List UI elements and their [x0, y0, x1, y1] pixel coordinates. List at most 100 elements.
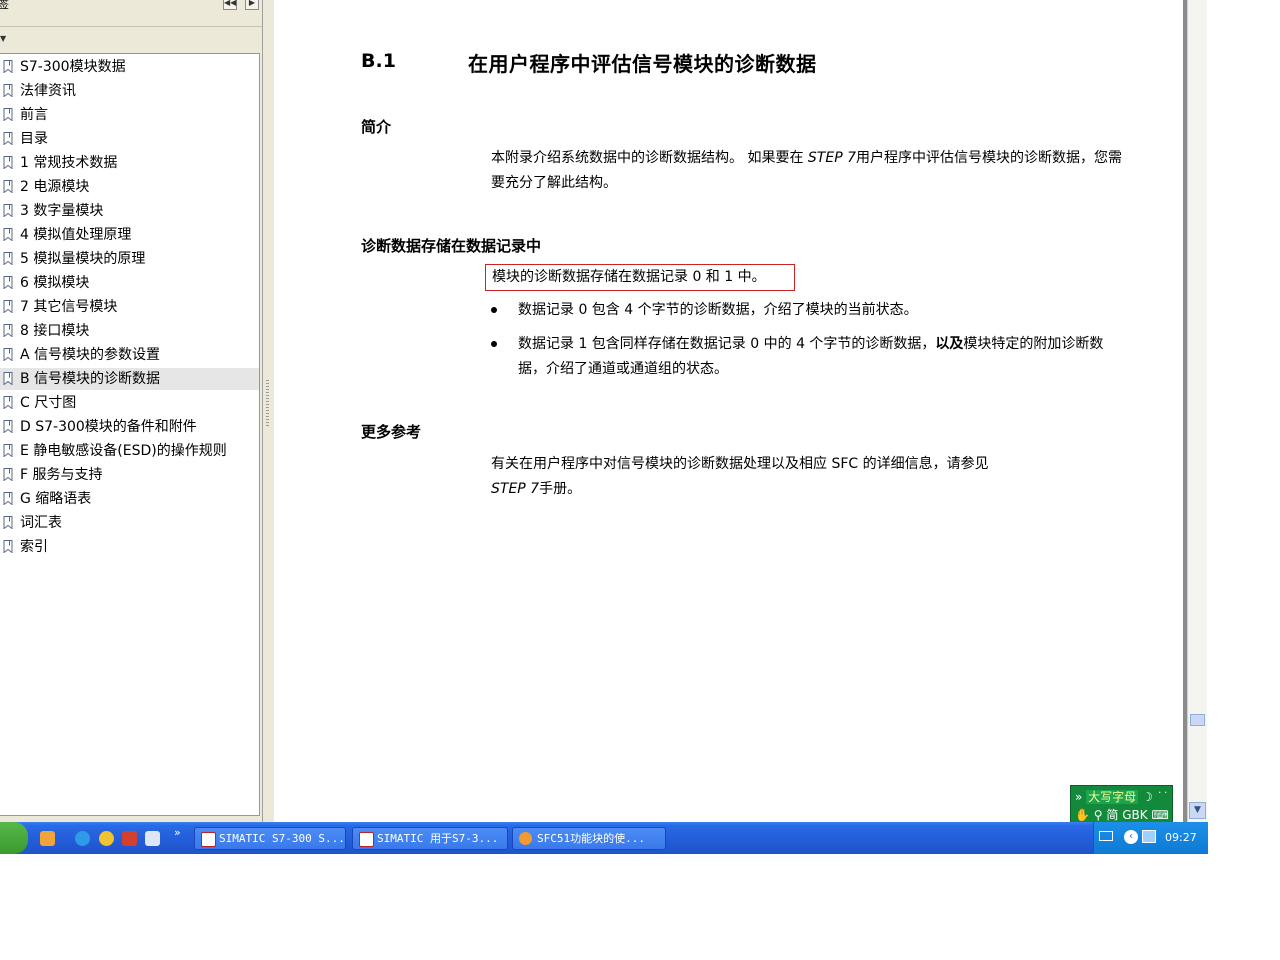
bookmark-label: 4 模拟值处理原理 — [20, 227, 132, 243]
bullet-item-1: 数据记录 0 包含 4 个字节的诊断数据，介绍了模块的当前状态。 — [518, 298, 1120, 323]
ime-hand-icon[interactable]: ✋ — [1075, 808, 1090, 822]
bookmark-item[interactable]: B 信号模块的诊断数据 — [0, 368, 259, 390]
pdf-icon — [359, 832, 374, 847]
bookmark-icon — [3, 540, 13, 553]
bookmark-item[interactable]: 7 其它信号模块 — [0, 296, 259, 318]
quicklaunch-desktop-icon[interactable] — [145, 831, 160, 846]
taskbar-button-browser[interactable]: SFC51功能块的使... — [512, 827, 666, 850]
bookmark-item[interactable]: 法律资讯 — [0, 80, 259, 102]
windows-taskbar: » SIMATIC S7-300 S... SIMATIC 用于S7-3... … — [0, 822, 1208, 854]
bullet-text: 数据记录 1 包含同样存储在数据记录 0 中的 4 个字节的诊断数据， — [518, 336, 936, 352]
bookmark-item[interactable]: G 缩略语表 — [0, 488, 259, 510]
highlighted-sentence: 模块的诊断数据存储在数据记录 0 和 1 中。 — [492, 269, 766, 285]
section-number: B.1 — [361, 50, 396, 72]
expand-right-icon[interactable]: ▶ — [245, 0, 259, 10]
taskbar-button-doc2[interactable]: SIMATIC 用于S7-3... — [352, 827, 508, 850]
scroll-down-icon[interactable]: ▼ — [1189, 802, 1206, 819]
pdf-icon — [201, 832, 216, 847]
bookmark-icon — [3, 372, 13, 385]
network-icon[interactable] — [1142, 830, 1156, 843]
bookmark-icon — [3, 348, 13, 361]
quicklaunch-app-icon[interactable] — [40, 831, 55, 846]
bookmark-label: 词汇表 — [20, 515, 62, 531]
bookmark-item[interactable]: C 尺寸图 — [0, 392, 259, 414]
bookmark-icon — [3, 444, 13, 457]
ime-keyboard-icon[interactable]: ⌨ — [1151, 808, 1168, 822]
bookmark-icon — [3, 180, 13, 193]
clock[interactable]: 09:27 — [1165, 831, 1197, 844]
bookmark-label: A 信号模块的参数设置 — [20, 347, 161, 363]
ime-encoding-indicator[interactable]: GBK — [1122, 808, 1147, 822]
ime-expand-icon[interactable]: » — [1075, 790, 1082, 804]
system-tray: ‹ 09:27 — [1093, 822, 1208, 854]
ime-caps-indicator[interactable]: 大写字母 — [1086, 790, 1139, 804]
bookmark-label: 目录 — [20, 131, 48, 147]
bookmark-item[interactable]: 5 模拟量模块的原理 — [0, 248, 259, 270]
bookmark-item[interactable]: 前言 — [0, 104, 259, 126]
scrollbar-thumb[interactable] — [1190, 714, 1205, 726]
bookmark-item[interactable]: F 服务与支持 — [0, 464, 259, 486]
ime-halfwidth-icon[interactable]: ☽ — [1142, 790, 1153, 804]
intro-text: 本附录介绍系统数据中的诊断数据结构。 如果要在 — [491, 150, 808, 166]
bookmark-label: 7 其它信号模块 — [20, 299, 118, 315]
bookmark-label: 6 模拟模块 — [20, 275, 90, 291]
splitter-grip[interactable] — [266, 380, 269, 426]
taskbar-button-doc1[interactable]: SIMATIC S7-300 S... — [194, 827, 346, 850]
bookmark-item[interactable]: 1 常规技术数据 — [0, 152, 259, 174]
bookmarks-toolbar: ▼ — [0, 26, 262, 75]
options-dropdown-icon[interactable]: ▼ — [0, 34, 6, 43]
keyboard-icon[interactable] — [1099, 831, 1113, 841]
quicklaunch-ie-icon[interactable] — [75, 831, 90, 846]
bookmark-item[interactable]: E 静电敏感设备(ESD)的操作规则 — [0, 440, 259, 462]
ime-simplified-indicator[interactable]: 简 — [1106, 808, 1118, 822]
bookmark-item[interactable]: D S7-300模块的备件和附件 — [0, 416, 259, 438]
bookmark-item[interactable]: 词汇表 — [0, 512, 259, 534]
bookmark-label: 索引 — [20, 539, 48, 555]
bookmark-item[interactable]: 8 接口模块 — [0, 320, 259, 342]
quicklaunch-tool-icon[interactable] — [122, 831, 137, 846]
intro-heading: 简介 — [361, 118, 392, 136]
vertical-scrollbar[interactable]: ▼ — [1187, 0, 1207, 822]
ime-status-bar[interactable]: » 大写字母 ☽ ˙˙ ✋ ⚲ 简 GBK ⌨ — [1070, 785, 1173, 823]
bookmark-label: S7-300模块数据 — [20, 59, 126, 75]
browser-icon — [519, 832, 532, 845]
collapse-left-icon[interactable]: ◀◀ — [223, 0, 237, 10]
ime-search-icon[interactable]: ⚲ — [1094, 808, 1103, 822]
ime-row-bottom: ✋ ⚲ 简 GBK ⌨ — [1075, 806, 1169, 823]
bullet-icon — [491, 307, 497, 313]
taskbar-button-label: SIMATIC S7-300 S... — [219, 832, 345, 845]
bookmark-item[interactable]: S7-300模块数据 — [0, 56, 259, 78]
bookmark-icon — [3, 60, 13, 73]
bookmark-item[interactable]: 索引 — [0, 536, 259, 558]
panel-title: 签 — [0, 0, 9, 11]
section-title: 在用户程序中评估信号模块的诊断数据 — [468, 52, 817, 76]
bookmark-label: B 信号模块的诊断数据 — [20, 371, 161, 387]
document-page: B.1 在用户程序中评估信号模块的诊断数据 简介 本附录介绍系统数据中的诊断数据… — [274, 0, 1184, 822]
bookmark-icon — [3, 204, 13, 217]
panel-splitter[interactable] — [262, 0, 274, 822]
bookmark-item[interactable]: 目录 — [0, 128, 259, 150]
bookmark-icon — [3, 156, 13, 169]
ime-punctuation-icon[interactable]: ˙˙ — [1157, 790, 1169, 804]
quicklaunch-media-icon[interactable] — [99, 831, 114, 846]
more-info-text-tail: 手册。 — [539, 481, 582, 497]
bookmarks-panel-header: 签 ◀◀ ▶ — [0, 0, 262, 14]
start-button[interactable] — [0, 822, 28, 854]
bookmark-icon — [3, 396, 13, 409]
bullet-item-2: 数据记录 1 包含同样存储在数据记录 0 中的 4 个字节的诊断数据，以及模块特… — [518, 332, 1120, 382]
bookmark-item[interactable]: 2 电源模块 — [0, 176, 259, 198]
bookmark-tree: S7-300模块数据 法律资讯前言目录 1 常规技术数据 2 电源模块 3 数字量模块 4… — [0, 53, 260, 816]
bullet-bold-text: 以及 — [935, 336, 964, 352]
quicklaunch-more-icon[interactable]: » — [174, 826, 181, 839]
bookmark-item[interactable]: 6 模拟模块 — [0, 272, 259, 294]
intro-paragraph: 本附录介绍系统数据中的诊断数据结构。 如果要在 STEP 7用户程序中评估信号模… — [491, 146, 1126, 196]
bookmark-item[interactable]: 4 模拟值处理原理 — [0, 224, 259, 246]
bookmark-label: 法律资讯 — [20, 83, 76, 99]
tray-expand-icon[interactable]: ‹ — [1124, 830, 1138, 844]
bookmark-item[interactable]: 3 数字量模块 — [0, 200, 259, 222]
bookmark-label: 1 常规技术数据 — [20, 155, 118, 171]
bookmark-item[interactable]: A 信号模块的参数设置 — [0, 344, 259, 366]
bookmark-label: F 服务与支持 — [20, 467, 103, 483]
bookmark-icon — [3, 324, 13, 337]
bookmark-icon — [3, 300, 13, 313]
